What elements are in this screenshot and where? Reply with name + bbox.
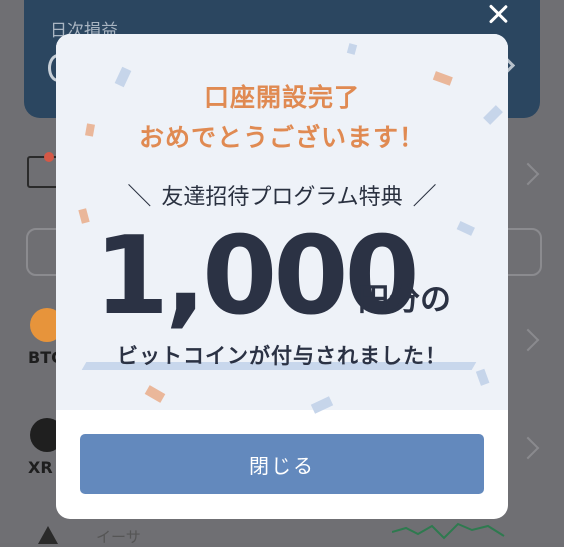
chevron-right-icon [516,328,540,352]
close-icon[interactable] [484,0,512,28]
account-opened-title: 口座開設完了 [203,83,360,112]
slash-right: ／ [412,182,437,210]
chevron-right-icon [516,436,540,460]
welcome-modal: 口座開設完了 おめでとうございます！ ＼ 友達招待プログラム特典 ／ 1,000 円… [56,34,508,519]
close-button[interactable]: 閉じる [80,434,484,494]
xrp-label: XR [28,458,53,477]
amount-suffix: 円分の [358,282,451,318]
eth-label: イーサ [96,528,141,546]
bonus-amount-row: 1,000 円分の [56,212,508,342]
price-sparkline [392,522,505,540]
program-heading: ＼ 友達招待プログラム特典 ／ [56,176,508,211]
eth-coin-icon [38,526,58,544]
congratulations-title: おめでとうございます！ [138,123,425,152]
news-icon [27,156,59,188]
notification-dot [44,152,54,162]
bonus-message: ビットコインが付与されました！ [117,344,447,368]
chevron-right-icon [516,162,540,186]
slash-left: ＼ [127,182,152,210]
program-label: 友達招待プログラム特典 [161,185,403,210]
